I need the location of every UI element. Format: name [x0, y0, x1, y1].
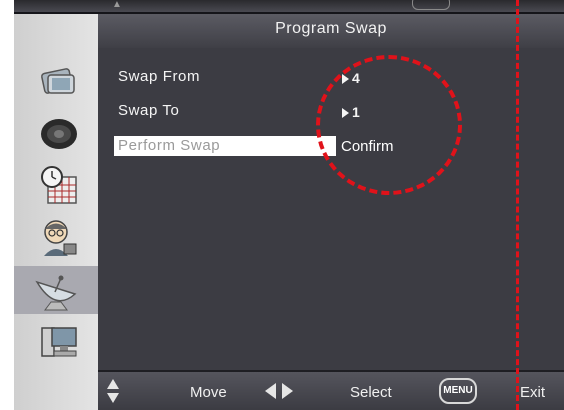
up-down-arrow-icon: ▲: [112, 0, 122, 10]
swap-from-label: Swap From: [118, 68, 201, 85]
up-down-arrow-icon: [107, 379, 119, 403]
menu-title: Program Swap: [275, 20, 387, 37]
top-strip: ▲: [14, 0, 564, 14]
menu-key-icon: [412, 0, 450, 10]
satellite-dish-icon[interactable]: [14, 266, 98, 314]
menu-title-bar: Program Swap: [98, 14, 564, 50]
menu-key-icon: MENU: [439, 378, 477, 404]
computer-icon[interactable]: [30, 318, 88, 366]
picture-icon[interactable]: [30, 58, 88, 106]
navigation-footer: Move Select MENU Exit: [98, 370, 564, 410]
exit-hint: Exit: [520, 384, 546, 401]
left-right-arrow-icon: [265, 383, 293, 399]
clock-calendar-icon[interactable]: [30, 162, 88, 210]
person-lock-icon[interactable]: [30, 214, 88, 262]
menu-sidebar: [14, 14, 99, 410]
speaker-icon[interactable]: [30, 110, 88, 158]
annotation-dashed-circle: [316, 55, 462, 195]
select-hint: Select: [350, 384, 392, 401]
swap-to-label: Swap To: [118, 102, 180, 119]
move-hint: Move: [190, 384, 227, 401]
perform-swap-label: Perform Swap: [118, 137, 221, 154]
annotation-dashed-line: [516, 0, 519, 410]
tv-screen: ▲ Program Swap Swap From 4 Swap To 1 Per…: [14, 0, 564, 410]
